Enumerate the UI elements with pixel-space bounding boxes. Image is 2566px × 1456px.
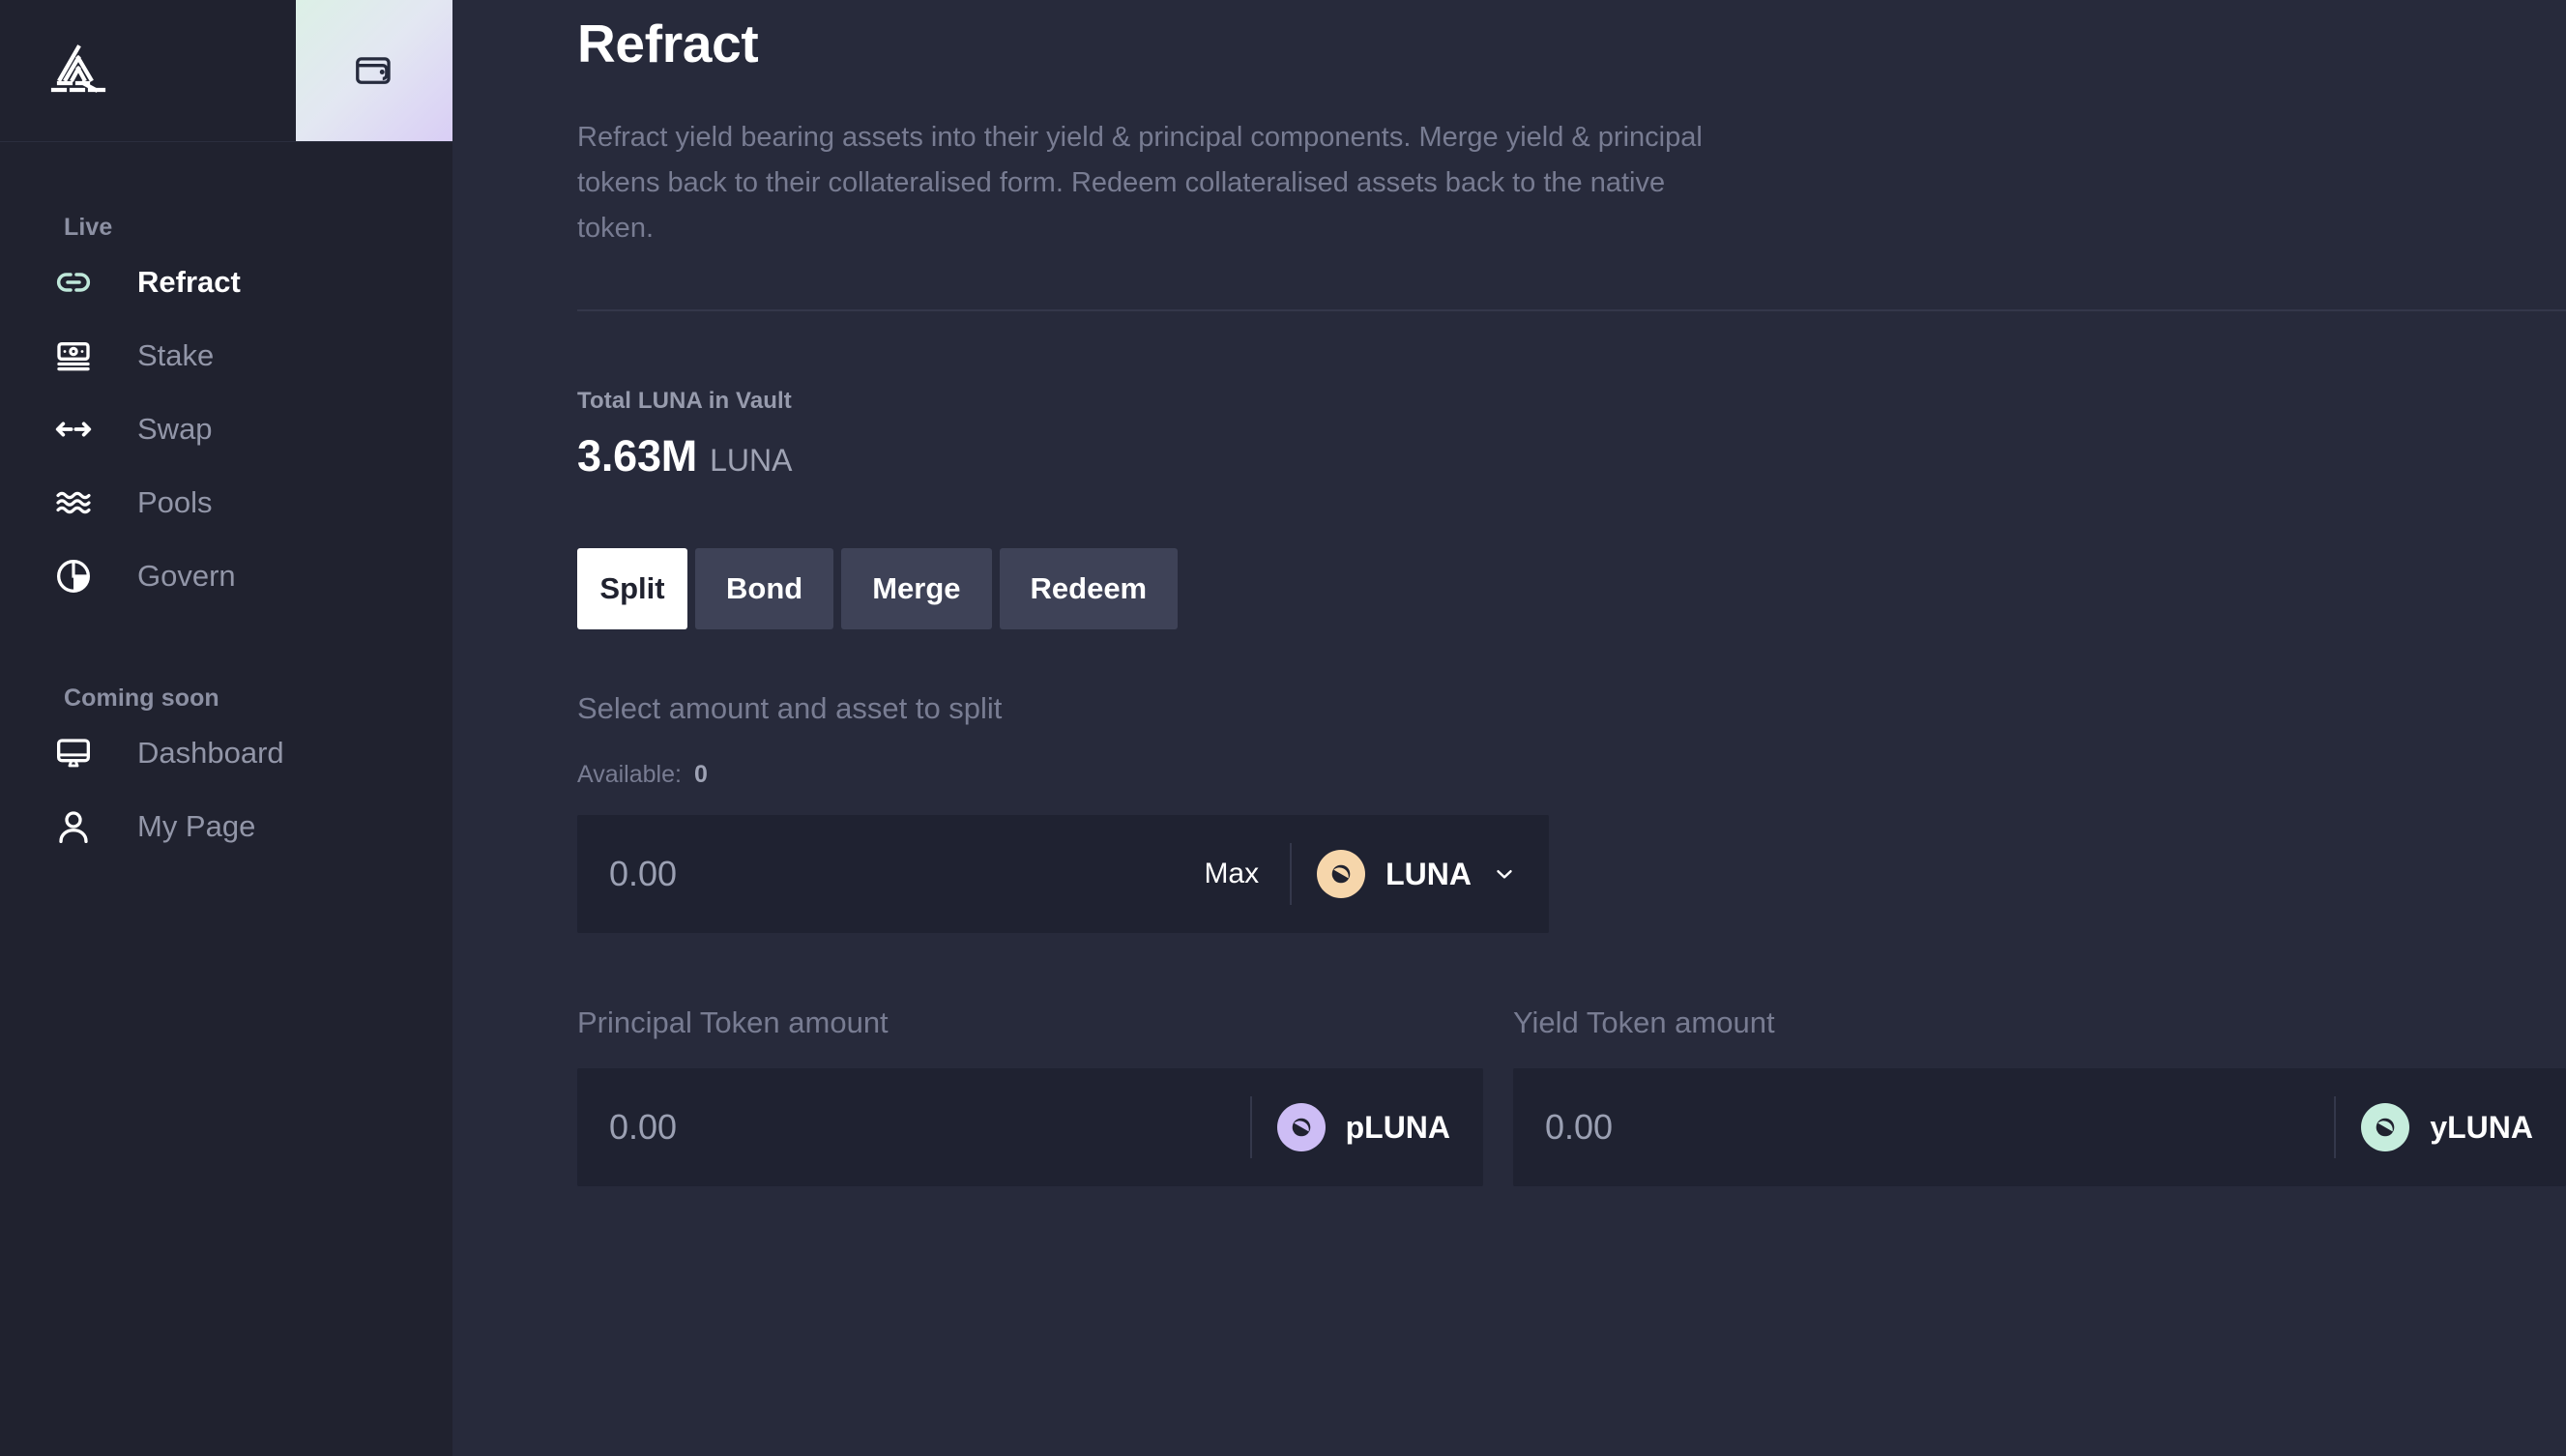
yield-token-label: Yield Token amount	[1513, 1005, 1775, 1039]
yield-token-display: yLUNA	[2361, 1103, 2566, 1151]
principal-token-label: Principal Token amount	[577, 1005, 889, 1039]
yield-token-group: Yield Token amount 0.00 yLUNA	[1513, 1005, 2566, 1186]
max-button[interactable]: Max	[1186, 858, 1276, 890]
sidebar-item-swap[interactable]: Swap	[0, 393, 452, 466]
monitor-icon	[54, 734, 106, 772]
vault-stat-unit: LUNA	[710, 443, 793, 478]
tab-merge[interactable]: Merge	[841, 548, 992, 629]
yield-token-box: 0.00 yLUNA	[1513, 1068, 2566, 1186]
wallet-icon	[356, 57, 391, 84]
page-description: Refract yield bearing assets into their …	[577, 122, 1703, 244]
available-label: Available:	[577, 761, 682, 788]
sidebar-item-label: Stake	[137, 338, 215, 372]
sidebar-item-refract[interactable]: Refract	[0, 246, 452, 319]
form-section-label: Select amount and asset to split	[577, 691, 1003, 725]
vault-stat-value: 3.63M	[577, 431, 698, 480]
section-divider	[577, 309, 2566, 311]
app-root: Live Refract Stake Swap Pools Govern Com…	[0, 0, 2566, 1456]
sidebar-item-label: Swap	[137, 412, 213, 446]
yield-divider	[2334, 1096, 2337, 1158]
sidebar-item-label: Govern	[137, 559, 236, 593]
main-content: Refract Refract yield bearing assets int…	[452, 0, 2566, 1456]
pluna-token-icon	[1276, 1103, 1326, 1151]
user-icon	[54, 807, 106, 846]
luna-token-icon	[1317, 850, 1366, 898]
available-row: Available: 0	[577, 761, 2566, 789]
action-tabs: Split Bond Merge Redeem	[577, 548, 2566, 629]
sidebar-header	[0, 0, 452, 142]
sidebar-item-govern[interactable]: Govern	[0, 539, 452, 613]
available-value: 0	[693, 761, 708, 788]
sidebar-item-label: Refract	[137, 265, 241, 299]
principal-token-display: pLUNA	[1276, 1103, 1483, 1151]
amount-input[interactable]: 0.00	[577, 854, 1186, 894]
amount-input-row: 0.00 Max LUNA	[577, 815, 1549, 933]
principal-divider	[1249, 1096, 1252, 1158]
sidebar-nav: Live Refract Stake Swap Pools Govern Com…	[0, 214, 452, 863]
page-title: Refract	[577, 14, 759, 73]
vault-stat-row: 3.63M LUNA	[577, 431, 2566, 481]
sidebar-item-label: My Page	[137, 809, 256, 843]
principal-token-group: Principal Token amount 0.00 pLUNA	[577, 1005, 1484, 1186]
principal-token-amount[interactable]: 0.00	[577, 1107, 1237, 1148]
yield-token-name: yLUNA	[2430, 1109, 2533, 1145]
swap-arrows-icon	[54, 410, 106, 449]
yluna-token-icon	[2361, 1103, 2410, 1151]
principal-token-name: pLUNA	[1345, 1109, 1451, 1145]
logo[interactable]	[0, 0, 296, 141]
tab-split[interactable]: Split	[577, 548, 687, 629]
chevron-down-icon	[1493, 862, 1516, 886]
sidebar-item-dashboard[interactable]: Dashboard	[0, 716, 452, 790]
sidebar-item-label: Dashboard	[137, 736, 284, 770]
waves-icon	[54, 483, 106, 522]
sidebar-item-pools[interactable]: Pools	[0, 466, 452, 539]
token-select-luna[interactable]: LUNA	[1317, 850, 1549, 898]
principal-token-box: 0.00 pLUNA	[577, 1068, 1484, 1186]
input-divider	[1290, 843, 1293, 905]
banknote-icon	[54, 336, 106, 375]
output-rows: Principal Token amount 0.00 pLUNA Yield …	[577, 1005, 2566, 1186]
sidebar-item-label: Pools	[137, 485, 213, 519]
vault-stat-label: Total LUNA in Vault	[577, 388, 792, 414]
link-icon	[54, 263, 106, 302]
selected-token-label: LUNA	[1385, 856, 1472, 891]
tab-bond[interactable]: Bond	[695, 548, 834, 629]
prism-logo-icon	[50, 44, 106, 93]
nav-group-label-coming-soon: Coming soon	[64, 684, 219, 712]
yield-token-amount[interactable]: 0.00	[1513, 1107, 2320, 1148]
tab-redeem[interactable]: Redeem	[999, 548, 1179, 629]
pie-chart-icon	[54, 557, 106, 596]
sidebar-item-my-page[interactable]: My Page	[0, 790, 452, 863]
wallet-button[interactable]	[296, 0, 452, 141]
sidebar-item-stake[interactable]: Stake	[0, 319, 452, 393]
nav-group-label-live: Live	[64, 214, 113, 241]
sidebar: Live Refract Stake Swap Pools Govern Com…	[0, 0, 452, 1456]
